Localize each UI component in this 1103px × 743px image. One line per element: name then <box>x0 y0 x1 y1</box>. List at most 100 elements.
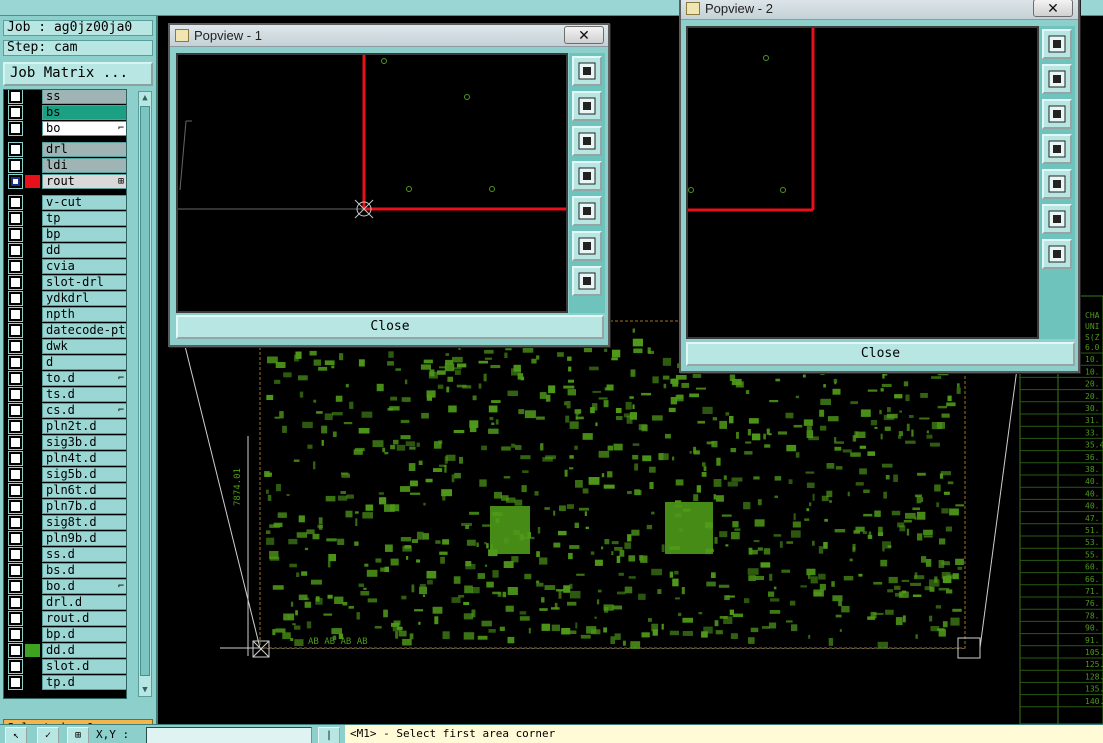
popview-2-close-icon[interactable]: ✕ <box>1033 0 1073 17</box>
layer-name[interactable]: bo.d ⌐ <box>42 579 126 594</box>
layer-display-color[interactable] <box>25 484 40 497</box>
layer-name[interactable]: slot-drl <box>42 275 126 290</box>
layer-display-color[interactable] <box>25 356 40 369</box>
layer-row[interactable]: bp.d <box>4 627 126 642</box>
layer-display-color[interactable] <box>25 388 40 401</box>
layer-display-color[interactable] <box>25 468 40 481</box>
layer-name[interactable]: cs.d ⌐ <box>42 403 126 418</box>
layer-name[interactable]: dd <box>42 243 126 258</box>
layer-row[interactable]: d <box>4 355 126 370</box>
layer-display-color[interactable] <box>25 660 40 673</box>
check-tool-icon[interactable]: ✓ <box>37 727 59 743</box>
layer-name[interactable]: pln2t.d <box>42 419 126 434</box>
layer-display-color[interactable] <box>25 564 40 577</box>
layer-display-color[interactable] <box>25 324 40 337</box>
layer-name[interactable]: d <box>42 355 126 370</box>
layer-display-color[interactable] <box>25 420 40 433</box>
zoom-fit-icon[interactable] <box>572 231 602 261</box>
zoom-right-icon[interactable] <box>1042 169 1072 199</box>
layer-display-color[interactable] <box>25 612 40 625</box>
layer-display-color[interactable] <box>25 500 40 513</box>
layer-name[interactable]: tp.d <box>42 675 126 690</box>
layer-row[interactable]: cs.d ⌐ <box>4 403 126 418</box>
layer-display-color[interactable] <box>25 628 40 641</box>
layer-name[interactable]: ts.d <box>42 387 126 402</box>
layer-name[interactable]: sig5b.d <box>42 467 126 482</box>
layer-display-color[interactable] <box>25 143 40 156</box>
layer-list-scrollbar[interactable]: ▲ ▼ <box>138 91 152 697</box>
layer-affected-checkbox[interactable] <box>8 387 23 402</box>
layer-row[interactable]: ts.d <box>4 387 126 402</box>
layer-row[interactable]: dd <box>4 243 126 258</box>
layer-affected-checkbox[interactable] <box>8 105 23 120</box>
layer-affected-checkbox[interactable] <box>8 142 23 157</box>
layer-affected-checkbox[interactable] <box>8 243 23 258</box>
layer-display-color[interactable] <box>25 436 40 449</box>
layer-name[interactable]: dd.d <box>42 643 126 658</box>
popview-1-canvas[interactable] <box>176 53 568 313</box>
layer-name[interactable]: slot.d <box>42 659 126 674</box>
zoom-fit-icon[interactable] <box>1042 204 1072 234</box>
layer-affected-checkbox[interactable] <box>8 643 23 658</box>
layer-name[interactable]: cvia <box>42 259 126 274</box>
layer-affected-checkbox[interactable] <box>8 158 23 173</box>
layer-row[interactable]: v-cut <box>4 195 126 210</box>
layer-row[interactable]: cvia <box>4 259 126 274</box>
layer-affected-checkbox[interactable] <box>8 195 23 210</box>
layer-row[interactable]: bp <box>4 227 126 242</box>
layer-name[interactable]: bp <box>42 227 126 242</box>
layer-display-color[interactable] <box>25 276 40 289</box>
layer-affected-checkbox[interactable] <box>8 451 23 466</box>
layer-display-color[interactable] <box>25 244 40 257</box>
layer-row[interactable]: datecode-pt <box>4 323 126 338</box>
layer-row[interactable]: bs <box>4 105 126 120</box>
layer-row[interactable]: slot-drl <box>4 275 126 290</box>
layer-name[interactable]: pln6t.d <box>42 483 126 498</box>
layer-display-color[interactable] <box>25 372 40 385</box>
layer-affected-checkbox[interactable] <box>8 174 23 189</box>
zoom-in-top-icon[interactable] <box>1042 64 1072 94</box>
layer-affected-checkbox[interactable] <box>8 259 23 274</box>
layer-display-color[interactable] <box>25 260 40 273</box>
layer-affected-checkbox[interactable] <box>8 483 23 498</box>
layer-affected-checkbox[interactable] <box>8 121 23 136</box>
layer-display-color[interactable] <box>25 196 40 209</box>
layer-display-color[interactable] <box>25 122 40 135</box>
layer-row[interactable]: sig5b.d <box>4 467 126 482</box>
zoom-center-icon[interactable] <box>572 266 602 296</box>
layer-row[interactable]: rout ⊞ <box>4 174 126 189</box>
layer-affected-checkbox[interactable] <box>8 515 23 530</box>
snap-tool-icon[interactable]: ⊞ <box>67 727 89 743</box>
layer-row[interactable]: pln6t.d <box>4 483 126 498</box>
layer-display-color[interactable] <box>25 175 40 188</box>
layer-row[interactable]: ldi <box>4 158 126 173</box>
popview-1-close-icon[interactable]: ✕ <box>564 26 604 44</box>
layer-name[interactable]: datecode-pt <box>42 323 126 338</box>
layer-name[interactable]: pln7b.d <box>42 499 126 514</box>
layer-name[interactable]: drl <box>42 142 126 157</box>
layer-name[interactable]: rout ⊞ <box>42 174 126 189</box>
zoom-home-icon[interactable] <box>572 56 602 86</box>
layer-affected-checkbox[interactable] <box>8 307 23 322</box>
layer-name[interactable]: rout.d <box>42 611 126 626</box>
zoom-in-top-icon[interactable] <box>572 91 602 121</box>
layer-display-color[interactable] <box>25 452 40 465</box>
layer-name[interactable]: pln4t.d <box>42 451 126 466</box>
layer-row[interactable]: pln7b.d <box>4 499 126 514</box>
layer-display-color[interactable] <box>25 404 40 417</box>
layer-row[interactable]: bs.d <box>4 563 126 578</box>
zoom-left-icon[interactable] <box>1042 134 1072 164</box>
layer-row[interactable]: slot.d <box>4 659 126 674</box>
separator-icon[interactable]: | <box>318 727 340 743</box>
layer-affected-checkbox[interactable] <box>8 403 23 418</box>
layer-row[interactable]: ss <box>4 90 126 104</box>
layer-affected-checkbox[interactable] <box>8 355 23 370</box>
layer-name[interactable]: dwk <box>42 339 126 354</box>
zoom-right-icon[interactable] <box>572 196 602 226</box>
layer-affected-checkbox[interactable] <box>8 611 23 626</box>
layer-display-color[interactable] <box>25 106 40 119</box>
layer-affected-checkbox[interactable] <box>8 419 23 434</box>
layer-display-color[interactable] <box>25 596 40 609</box>
scroll-down-icon[interactable]: ▼ <box>140 685 150 695</box>
layer-affected-checkbox[interactable] <box>8 227 23 242</box>
